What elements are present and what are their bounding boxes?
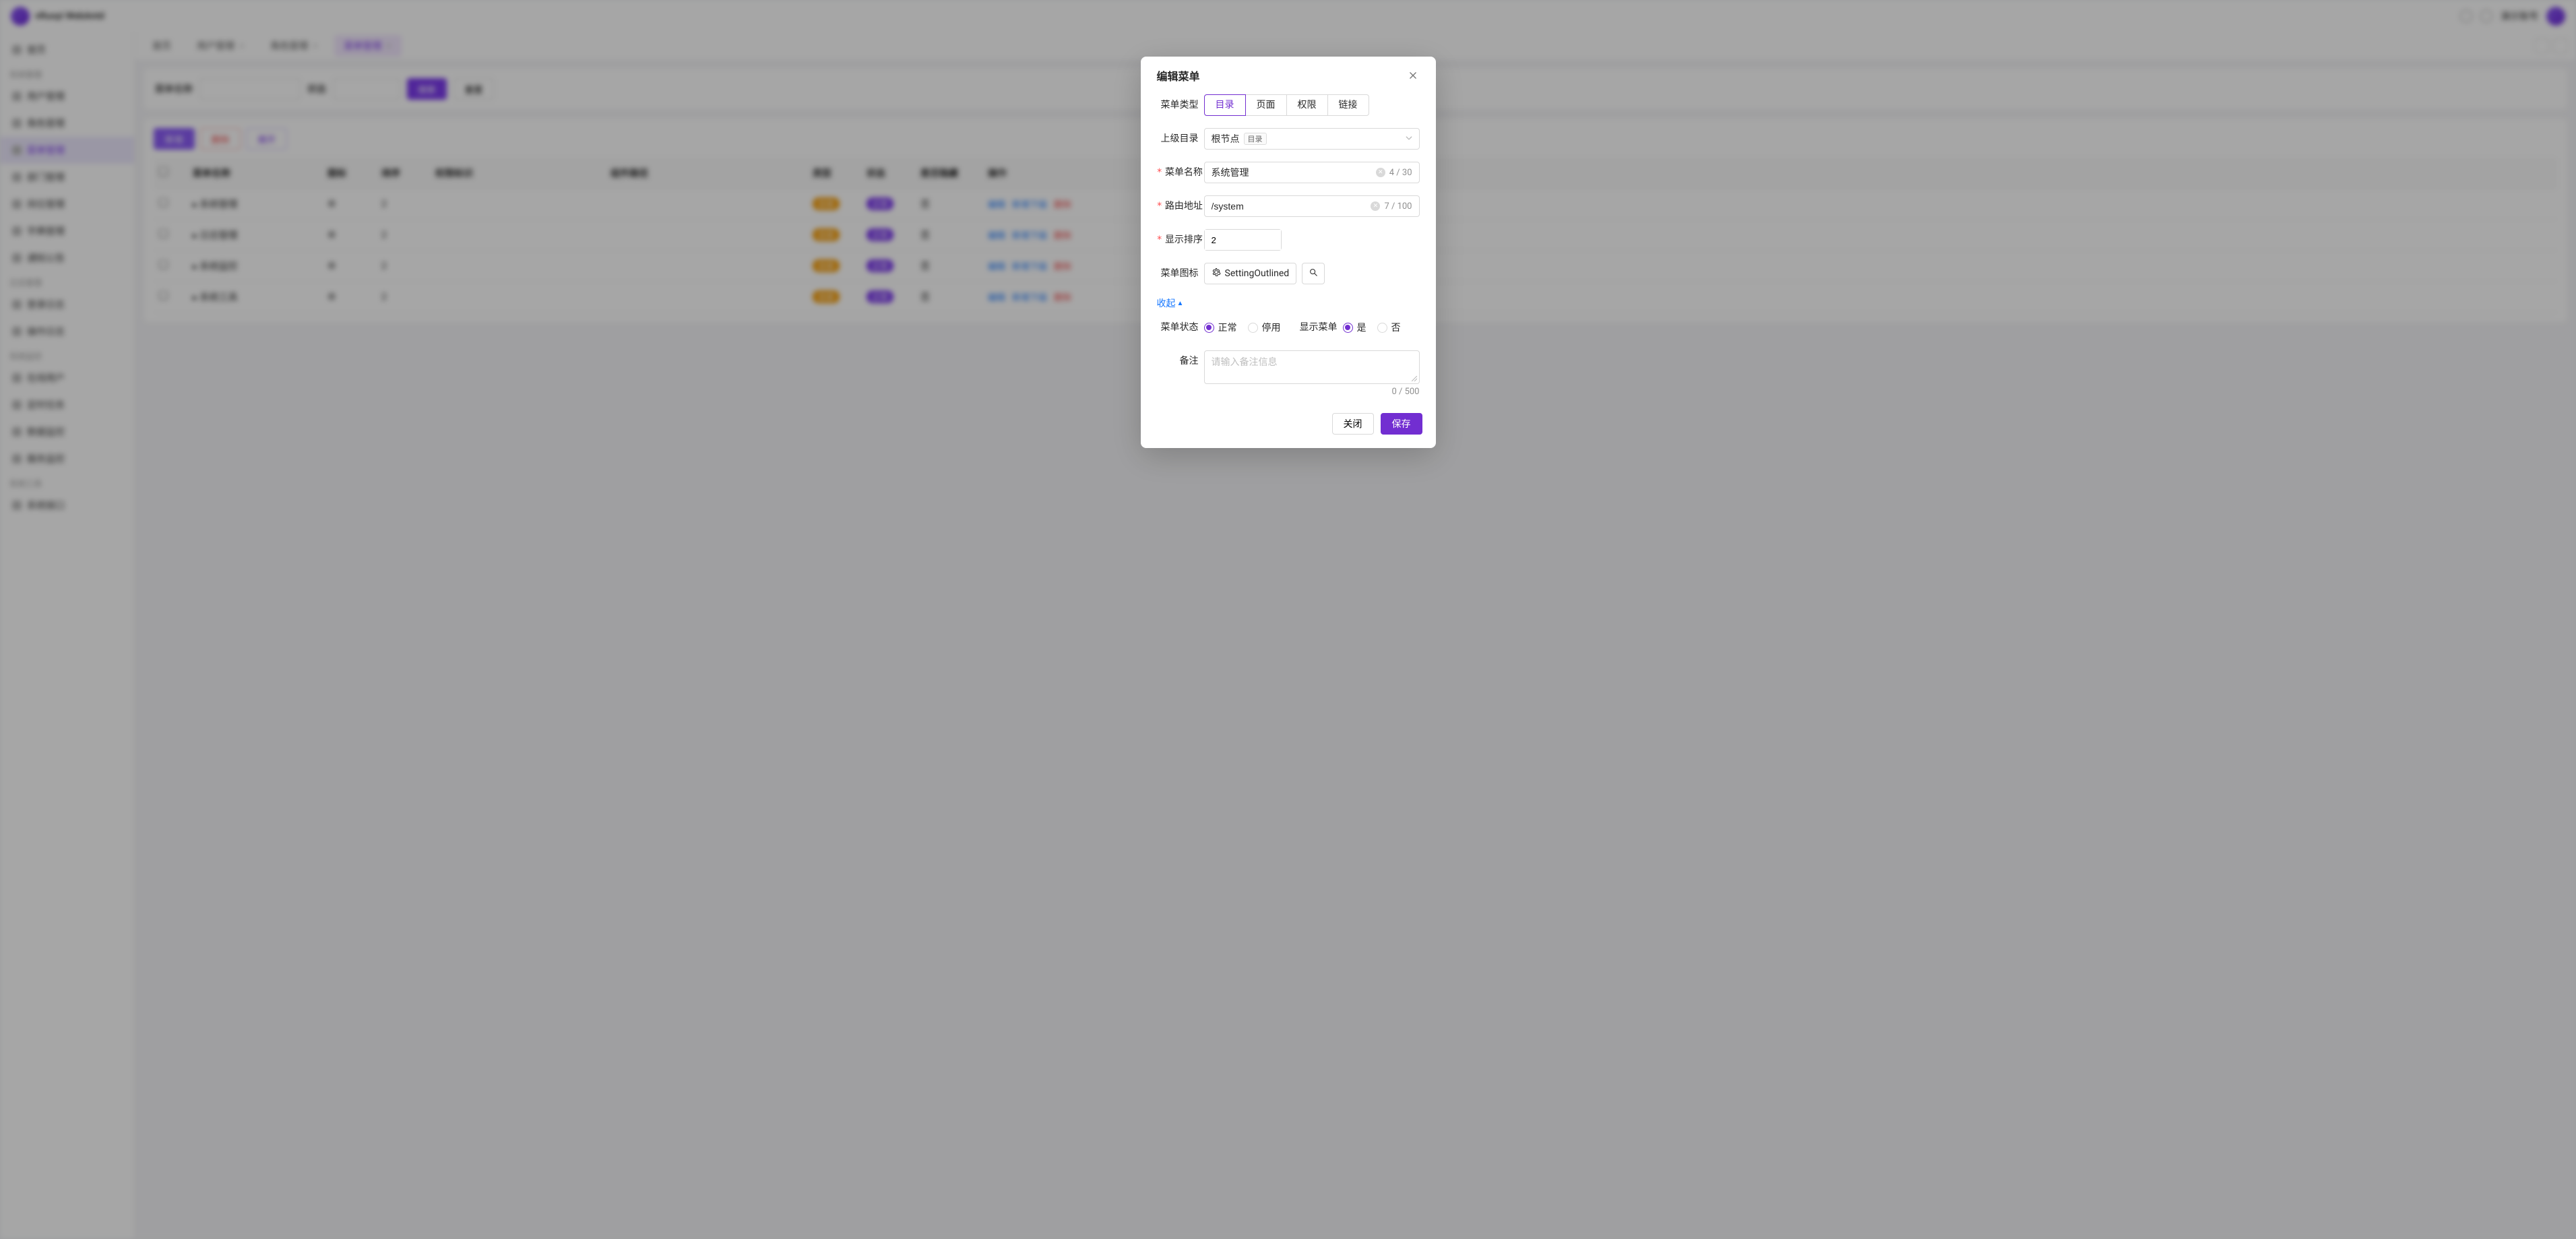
name-input-wrap: ✕ 4 / 30 xyxy=(1204,162,1420,183)
show-radio-group: 是 否 xyxy=(1343,321,1401,334)
route-input[interactable] xyxy=(1212,196,1371,216)
icon-label: 菜单图标 xyxy=(1157,263,1204,284)
status-disabled-radio[interactable]: 停用 xyxy=(1248,321,1281,334)
modal-mask[interactable]: 编辑菜单 菜单类型 目录 页面 权限 链接 上级目 xyxy=(0,0,2576,1239)
close-icon[interactable] xyxy=(1406,69,1420,82)
resize-handle[interactable] xyxy=(1412,376,1417,381)
clear-icon[interactable]: ✕ xyxy=(1371,201,1380,211)
save-button[interactable]: 保存 xyxy=(1381,413,1422,435)
show-yes-radio[interactable]: 是 xyxy=(1343,321,1366,334)
show-no-radio[interactable]: 否 xyxy=(1377,321,1401,334)
remark-input-wrap xyxy=(1204,350,1420,384)
clear-icon[interactable]: ✕ xyxy=(1376,168,1385,177)
parent-select[interactable]: 根节点 目录 xyxy=(1204,128,1420,150)
gear-icon xyxy=(1212,267,1221,280)
menu-type-dir[interactable]: 目录 xyxy=(1204,94,1246,116)
sort-label: *显示排序 xyxy=(1157,229,1204,251)
remark-counter: 0 / 500 xyxy=(1204,387,1420,397)
name-label: *菜单名称 xyxy=(1157,162,1204,183)
status-normal-radio[interactable]: 正常 xyxy=(1204,321,1237,334)
show-label: 显示菜单 xyxy=(1300,317,1343,338)
route-input-wrap: ✕ 7 / 100 xyxy=(1204,195,1420,217)
name-counter: 4 / 30 xyxy=(1389,168,1412,178)
parent-label: 上级目录 xyxy=(1157,128,1204,150)
route-label: *路由地址 xyxy=(1157,195,1204,217)
menu-type-label: 菜单类型 xyxy=(1157,94,1204,116)
collapse-toggle[interactable]: 收起▲ xyxy=(1157,296,1184,310)
menu-type-perm[interactable]: 权限 xyxy=(1286,94,1328,116)
modal-title: 编辑菜单 xyxy=(1157,67,1200,84)
close-button[interactable]: 关闭 xyxy=(1332,413,1374,435)
menu-type-link[interactable]: 链接 xyxy=(1327,94,1369,116)
menu-type-page[interactable]: 页面 xyxy=(1245,94,1287,116)
chevron-down-icon xyxy=(1406,135,1412,143)
name-input[interactable] xyxy=(1212,162,1376,183)
icon-value: SettingOutlined xyxy=(1225,268,1290,279)
parent-type-tag: 目录 xyxy=(1244,133,1267,145)
status-radio-group: 正常 停用 xyxy=(1204,321,1281,334)
remark-label: 备注 xyxy=(1157,350,1204,372)
menu-type-group: 目录 页面 权限 链接 xyxy=(1204,94,1369,116)
caret-up-icon: ▲ xyxy=(1177,300,1184,307)
parent-value: 根节点 xyxy=(1212,132,1240,146)
route-counter: 7 / 100 xyxy=(1384,201,1412,212)
sort-input-wrap xyxy=(1204,229,1282,251)
icon-display: SettingOutlined xyxy=(1204,263,1297,284)
status-label: 菜单状态 xyxy=(1157,317,1204,338)
search-icon xyxy=(1309,267,1318,280)
sort-input[interactable] xyxy=(1205,230,1281,250)
edit-menu-modal: 编辑菜单 菜单类型 目录 页面 权限 链接 上级目 xyxy=(1141,57,1436,448)
icon-search-button[interactable] xyxy=(1302,263,1325,284)
remark-input[interactable] xyxy=(1212,355,1412,377)
